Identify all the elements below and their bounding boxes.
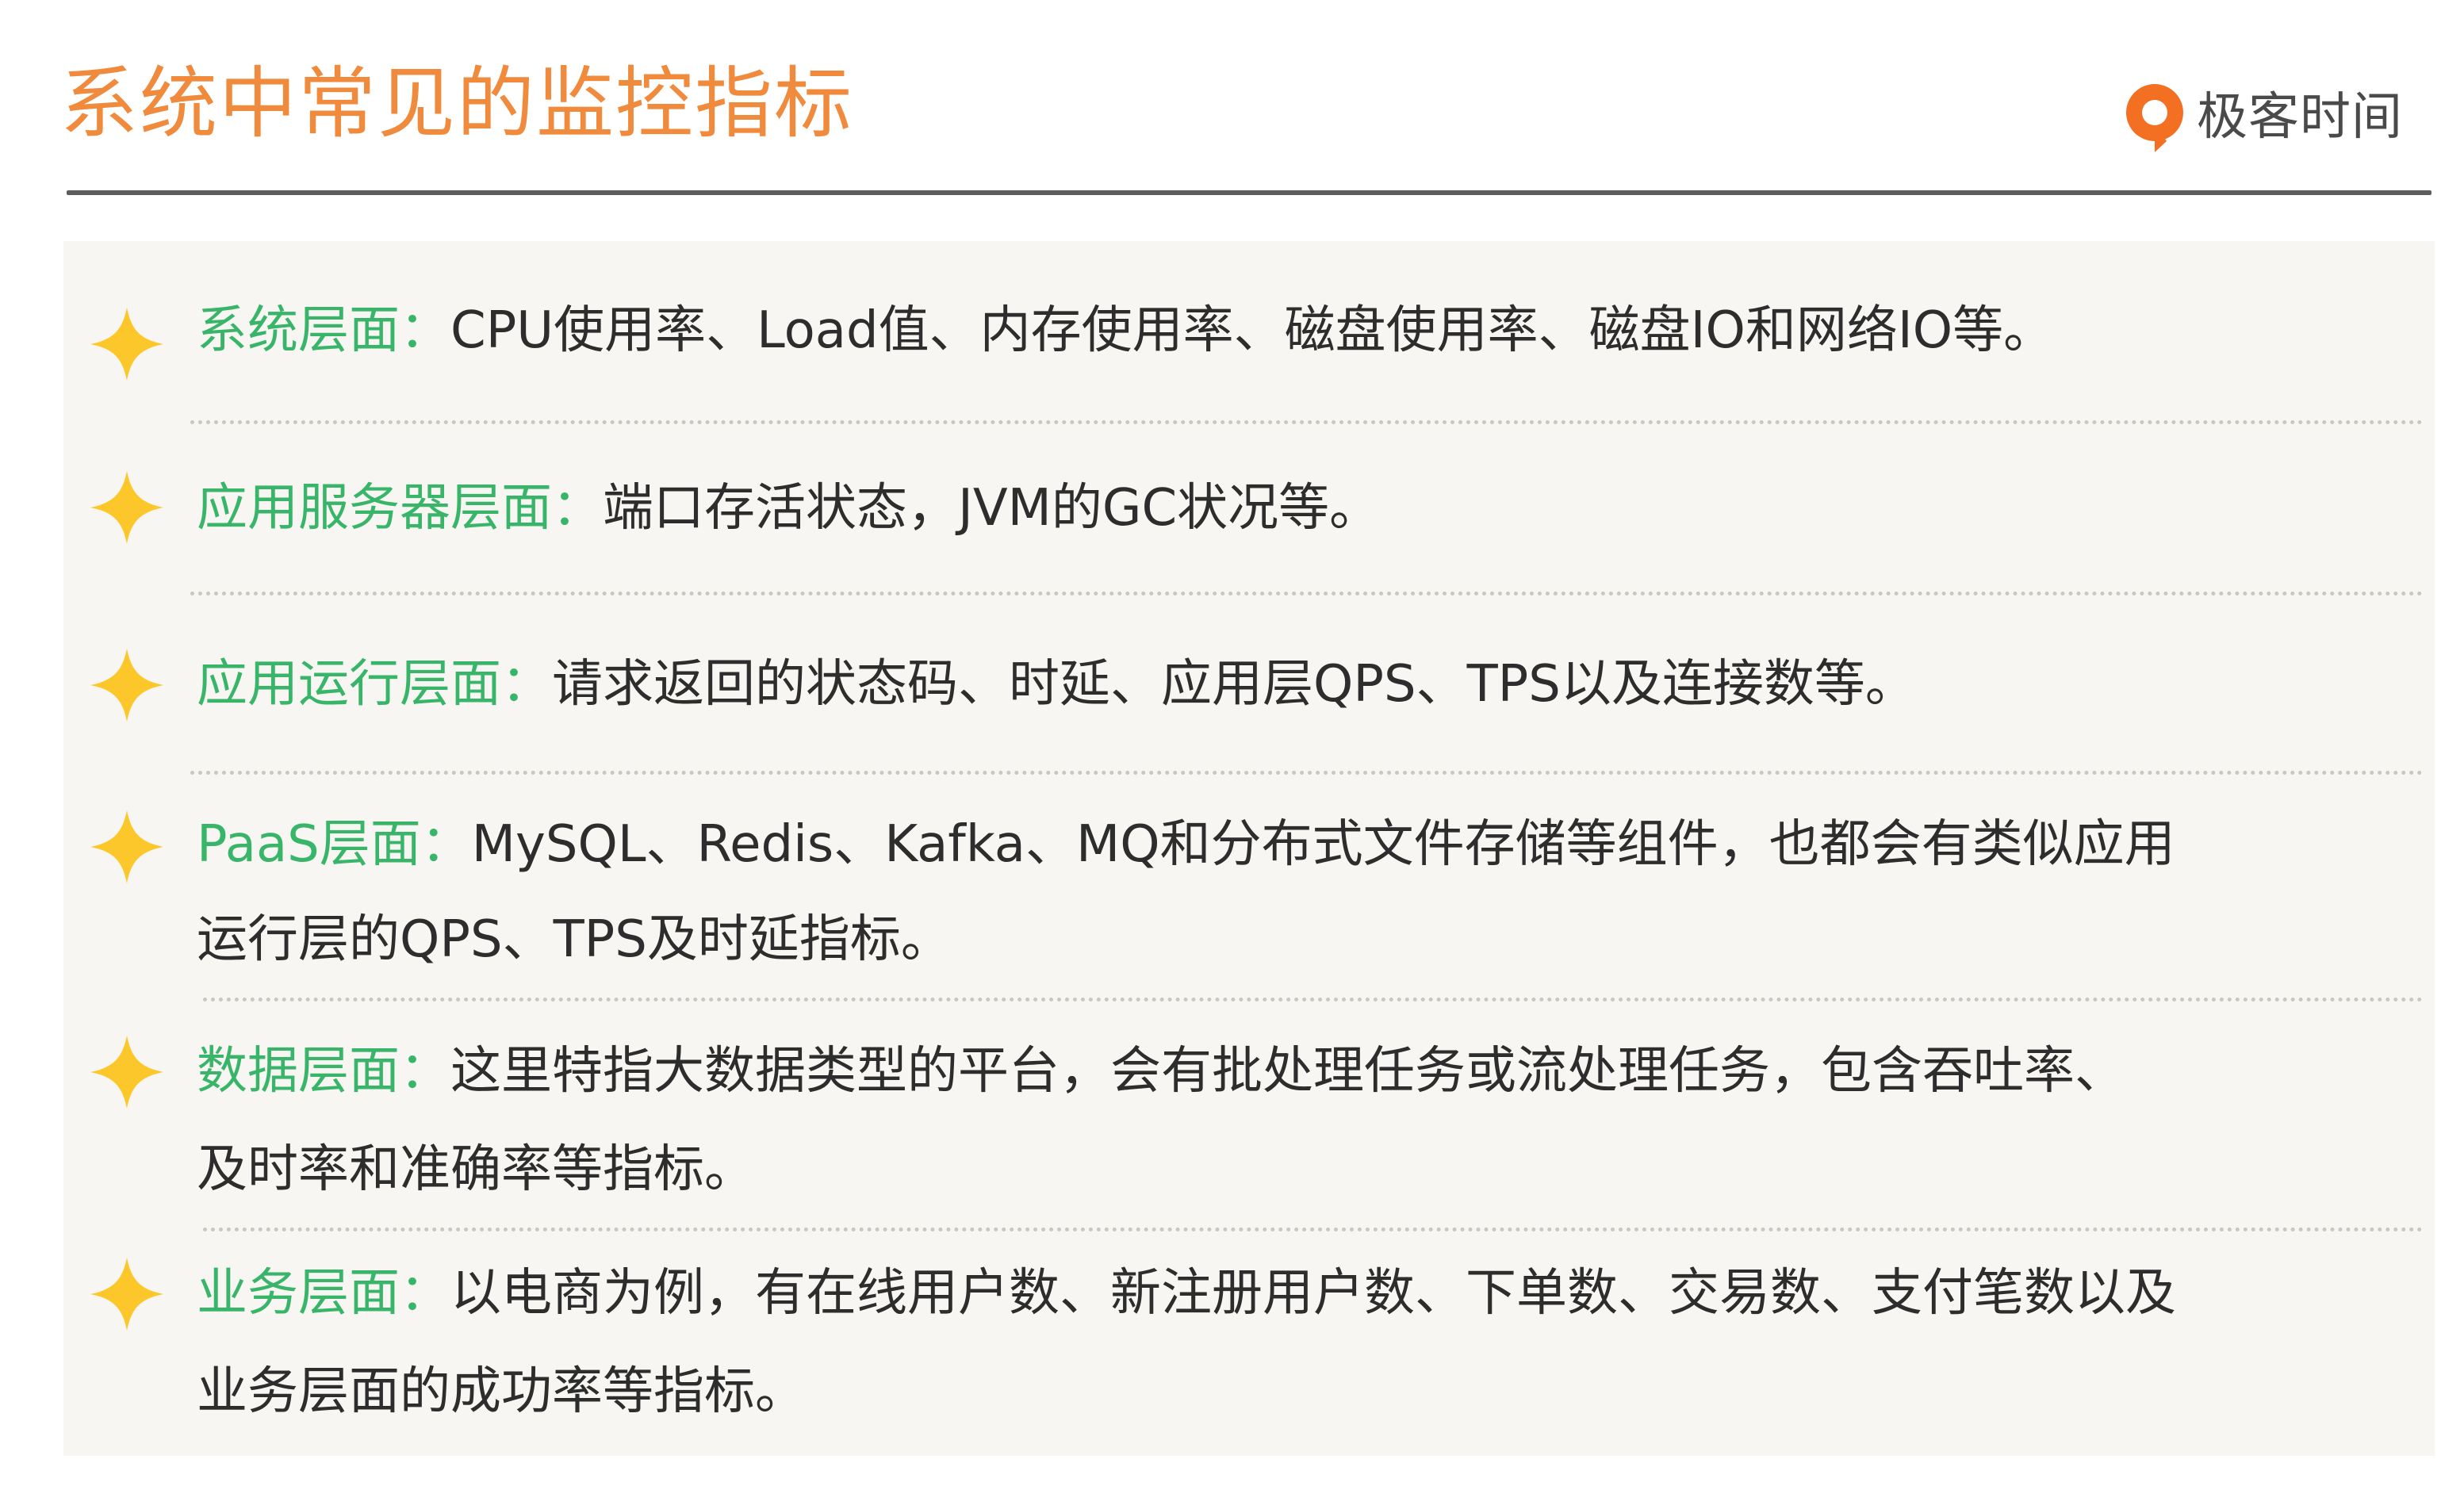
geektime-logo-icon: [2126, 84, 2183, 152]
page-title: 系统中常见的监控指标: [60, 59, 854, 149]
item-line-1: 端口存活状态，JVM的GC状况等。: [603, 479, 1381, 538]
item-label: PaaS层面：: [197, 815, 472, 874]
item-label: 业务层面：: [197, 1264, 450, 1323]
dotted-divider: [190, 771, 2424, 775]
item-text: 业务层面：以电商为例，有在线用户数、新注册用户数、下单数、交易数、支付笔数以及: [197, 1245, 2176, 1342]
item-label: 数据层面：: [197, 1042, 450, 1101]
item-label: 应用运行层面：: [197, 655, 552, 714]
item-text: 应用运行层面：请求返回的状态码、时延、应用层QPS、TPS以及连接数等。: [197, 636, 1916, 733]
item-line-1: 以电商为例，有在线用户数、新注册用户数、下单数、交易数、支付笔数以及: [450, 1264, 2176, 1323]
dotted-divider: [190, 592, 2424, 596]
four-point-star-icon: [90, 470, 164, 545]
four-point-star-icon: [90, 1257, 164, 1331]
item-line-1: CPU使用率、Load值、内存使用率、磁盘使用率、磁盘IO和网络IO等。: [450, 301, 2055, 360]
dotted-divider: [203, 1227, 2424, 1231]
item-text: 应用服务器层面：端口存活状态，JVM的GC状况等。: [197, 460, 1380, 557]
item-label: 应用服务器层面：: [197, 479, 603, 538]
logo-text: 极客时间: [2197, 88, 2403, 147]
metrics-panel: 系统层面：CPU使用率、Load值、内存使用率、磁盘使用率、磁盘IO和网络IO等…: [63, 241, 2435, 1456]
dotted-divider: [203, 998, 2424, 1002]
dotted-divider: [190, 420, 2424, 424]
item-line-2: 运行层的QPS、TPS及时延指标。: [197, 910, 952, 969]
four-point-star-icon: [90, 648, 164, 722]
item-text: 数据层面：这里特指大数据类型的平台，会有批处理任务或流处理任务，包含吞吐率、: [197, 1023, 2125, 1120]
brand-logo: 极客时间: [2119, 79, 2403, 155]
header-rule: [67, 190, 2431, 195]
item-text: PaaS层面：MySQL、Redis、Kafka、MQ和分布式文件存储等组件，也…: [197, 796, 2175, 893]
item-line-1: MySQL、Redis、Kafka、MQ和分布式文件存储等组件，也都会有类似应用: [471, 815, 2175, 874]
item-text: 系统层面：CPU使用率、Load值、内存使用率、磁盘使用率、磁盘IO和网络IO等…: [197, 282, 2054, 379]
four-point-star-icon: [90, 307, 164, 381]
item-line-1: 这里特指大数据类型的平台，会有批处理任务或流处理任务，包含吞吐率、: [450, 1042, 2125, 1101]
item-label: 系统层面：: [197, 301, 450, 360]
four-point-star-icon: [90, 1035, 164, 1109]
item-line-2: 业务层面的成功率等指标。: [197, 1362, 806, 1421]
item-line-1: 请求返回的状态码、时延、应用层QPS、TPS以及连接数等。: [552, 655, 1916, 714]
four-point-star-icon: [90, 810, 164, 884]
item-line-2: 及时率和准确率等指标。: [197, 1140, 755, 1199]
